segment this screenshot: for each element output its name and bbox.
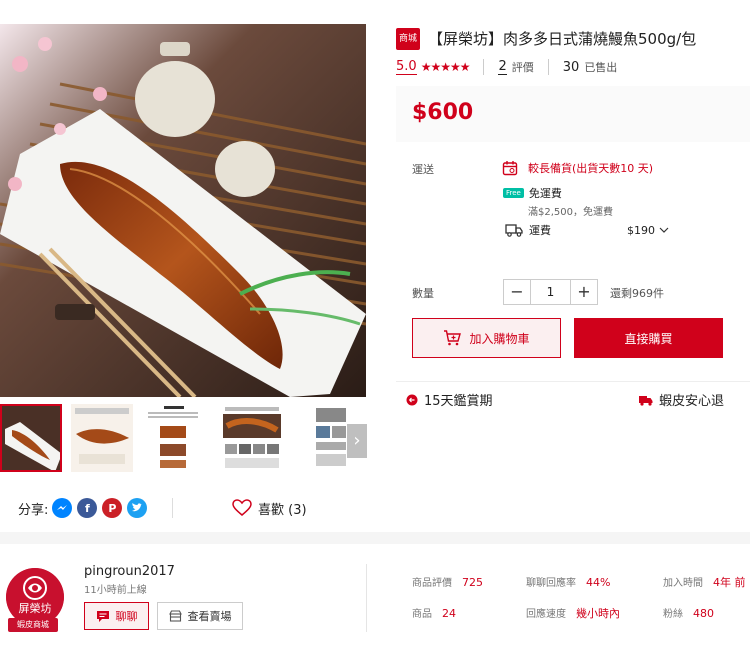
return-policy[interactable]: 15天鑑賞期 xyxy=(406,390,493,409)
sold-divider xyxy=(547,59,549,75)
quantity-increase-button[interactable]: + xyxy=(571,280,597,304)
buy-now-button[interactable]: 直接購買 xyxy=(574,318,723,358)
stock-remaining: 還剩969件 xyxy=(610,287,664,300)
product-title: 【屏榮坊】肉多多日式蒲燒鰻魚500g/包 xyxy=(428,30,697,48)
sold-count: 30 xyxy=(562,59,580,75)
eel-photo xyxy=(0,24,366,397)
share-label: 分享: xyxy=(18,502,49,518)
shop-stat-response-time: 回應速度 幾小時內 xyxy=(526,605,620,621)
thumbnail[interactable] xyxy=(0,404,62,472)
quantity-label: 數量 xyxy=(412,287,434,300)
shop-stat-joined: 加入時間 4年 前 xyxy=(663,574,746,590)
stat-label: 回應速度 xyxy=(526,609,566,620)
chat-button[interactable]: 聊聊 xyxy=(84,602,149,630)
shop-stats-divider xyxy=(366,564,367,632)
free-shipping-condition: 滿$2,500，免運費 xyxy=(528,207,613,218)
facebook-icon[interactable]: f xyxy=(77,498,98,518)
add-to-cart-label: 加入購物車 xyxy=(469,331,530,346)
thumbnail-strip: › xyxy=(0,404,367,474)
free-shipping-label: 免運費 xyxy=(528,187,562,200)
quantity-input[interactable]: 1 xyxy=(530,280,571,304)
shop-stat-ratings: 商品評價 725 xyxy=(412,574,483,589)
shop-logo-text: 屏榮坊 xyxy=(19,601,52,615)
like-button[interactable]: 喜歡 (3) xyxy=(232,496,307,520)
messenger-icon[interactable] xyxy=(52,498,73,518)
store-icon xyxy=(168,610,182,622)
ship-date-row: 較長備貨(出貨天數10 天) xyxy=(502,160,653,176)
free-shipping-info: Free 免運費 滿$2,500，免運費 xyxy=(503,185,613,218)
buy-now-label: 直接購買 xyxy=(624,331,673,346)
shipping-label: 運送 xyxy=(412,163,434,176)
share-divider xyxy=(172,498,173,518)
mall-shop-badge: 蝦皮商城 xyxy=(8,618,58,632)
stat-label: 商品評價 xyxy=(412,578,452,589)
heart-icon xyxy=(232,499,252,516)
return-policy-label: 15天鑑賞期 xyxy=(424,394,493,409)
shop-stat-products: 商品 24 xyxy=(412,605,456,620)
view-shop-button[interactable]: 查看賣場 xyxy=(157,602,243,630)
shopee-guarantee-label: 蝦皮安心退 xyxy=(659,394,725,409)
stat-label: 粉絲 xyxy=(663,609,683,620)
return-icon xyxy=(406,394,418,405)
chat-icon xyxy=(96,610,109,622)
calendar-icon xyxy=(502,161,518,176)
product-main-image[interactable] xyxy=(0,24,366,397)
chevron-down-icon xyxy=(659,227,669,233)
product-page: › 分享: f P 喜歡 (3) 商城 【屏榮坊】肉多多日式蒲燒鰻魚500g/包… xyxy=(0,0,750,658)
stat-value: 725 xyxy=(462,576,483,589)
price-box: $600 xyxy=(396,86,750,142)
stat-value: 4年 前 xyxy=(713,576,746,589)
product-card: › 分享: f P 喜歡 (3) 商城 【屏榮坊】肉多多日式蒲燒鰻魚500g/包… xyxy=(0,0,750,532)
view-shop-label: 查看賣場 xyxy=(187,610,232,623)
product-price: $600 xyxy=(412,100,474,125)
share-bar: 分享: f P xyxy=(18,496,152,520)
shop-stat-response-rate: 聊聊回應率 44% xyxy=(526,574,610,589)
ship-date-text: 較長備貨(出貨天數10 天) xyxy=(528,162,654,175)
shop-stat-followers: 粉絲 480 xyxy=(663,605,714,620)
sold-label: 已售出 xyxy=(584,61,618,74)
quantity-stepper: − 1 + xyxy=(503,279,598,305)
shipping-fee-dropdown[interactable]: $190 xyxy=(627,224,669,237)
rating-row: 5.0 ★★★★★ 2 評價 30 已售出 xyxy=(396,58,617,76)
shop-online-status: 11小時前上線 xyxy=(84,585,147,596)
thumbnail-next-button[interactable]: › xyxy=(347,424,367,458)
pinterest-icon[interactable]: P xyxy=(102,498,123,518)
shop-info-card: 屏榮坊 蝦皮商城 pingroun2017 11小時前上線 聊聊 查看賣場 商品… xyxy=(0,544,750,658)
rating-divider xyxy=(483,59,485,75)
rating-score[interactable]: 5.0 xyxy=(396,59,417,75)
shop-name[interactable]: pingroun2017 xyxy=(84,564,175,579)
delivery-truck-icon xyxy=(639,395,653,406)
guarantee-divider xyxy=(396,381,750,382)
thumbnail[interactable] xyxy=(221,404,283,472)
shipping-fee-amount: $190 xyxy=(627,223,655,237)
stat-label: 聊聊回應率 xyxy=(526,578,576,589)
stat-value: 幾小時內 xyxy=(576,607,620,620)
stat-value: 24 xyxy=(442,607,456,620)
thumbnail[interactable] xyxy=(314,404,348,472)
rating-count-label: 評價 xyxy=(511,61,534,74)
like-label: 喜歡 (3) xyxy=(258,502,307,518)
add-to-cart-button[interactable]: 加入購物車 xyxy=(412,318,561,358)
stat-value: 44% xyxy=(586,576,611,589)
thumbnail[interactable] xyxy=(71,404,133,472)
truck-icon xyxy=(505,224,523,237)
thumbnail[interactable] xyxy=(142,404,204,472)
mall-badge: 商城 xyxy=(396,28,421,50)
quantity-decrease-button[interactable]: − xyxy=(504,280,530,304)
stat-label: 加入時間 xyxy=(663,578,703,589)
chat-label: 聊聊 xyxy=(115,610,138,623)
rating-count[interactable]: 2 xyxy=(498,59,507,75)
product-title-row: 商城 【屏榮坊】肉多多日式蒲燒鰻魚500g/包 xyxy=(396,28,746,50)
star-rating-icon: ★★★★★ xyxy=(420,60,471,74)
shopee-guarantee[interactable]: 蝦皮安心退 xyxy=(639,390,724,409)
free-shipping-icon: Free xyxy=(503,188,524,198)
stat-label: 商品 xyxy=(412,609,432,620)
stat-value: 480 xyxy=(693,607,714,620)
cart-icon xyxy=(444,330,462,346)
shipping-fee-label: 運費 xyxy=(529,224,551,237)
shipping-fee-row[interactable]: 運費 $190 xyxy=(505,222,675,238)
twitter-icon[interactable] xyxy=(127,498,148,518)
